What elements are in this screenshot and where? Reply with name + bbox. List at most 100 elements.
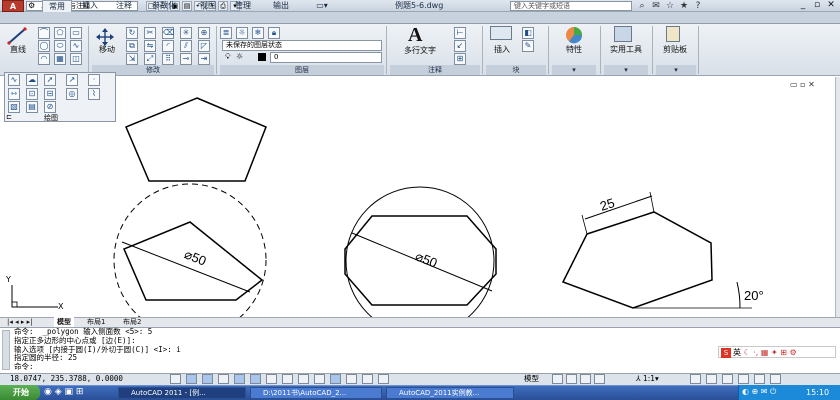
- application-menu-button[interactable]: A: [2, 0, 24, 12]
- tab-model[interactable]: 模型: [54, 317, 74, 327]
- hatch-icon[interactable]: ▦: [54, 53, 66, 65]
- workspace-switching-icon[interactable]: [690, 374, 701, 384]
- ray-icon[interactable]: ↗: [66, 74, 78, 86]
- revision-cloud-icon[interactable]: ☁: [26, 74, 38, 86]
- tab-view[interactable]: 视图: [194, 0, 222, 12]
- insert-block-icon[interactable]: [490, 26, 512, 40]
- leader-icon[interactable]: ↙: [454, 40, 466, 52]
- start-button[interactable]: 开始: [0, 385, 40, 400]
- layer-lock-icon[interactable]: 🔒︎: [268, 27, 280, 39]
- zoom-icon[interactable]: [594, 374, 605, 384]
- polar-tracking-toggle[interactable]: [234, 374, 245, 384]
- spline-fit-icon[interactable]: ∿: [8, 74, 20, 86]
- transparency-toggle[interactable]: [346, 374, 357, 384]
- clipboard-panel-expander[interactable]: ▾: [656, 65, 696, 75]
- offset-icon[interactable]: ⫽: [180, 40, 192, 52]
- favorites-icon[interactable]: ★: [678, 0, 690, 12]
- erase-icon[interactable]: ⌫: [162, 27, 174, 39]
- helix-icon[interactable]: ⌇: [88, 88, 100, 100]
- quick-properties-toggle[interactable]: [362, 374, 373, 384]
- status-bar-menu-icon[interactable]: [754, 374, 765, 384]
- gradient-icon[interactable]: ▧: [8, 101, 20, 113]
- layer-on-icon[interactable]: ☼: [236, 27, 248, 39]
- lineweight-toggle[interactable]: [330, 374, 341, 384]
- search-input[interactable]: 键入关键字或短语: [510, 1, 632, 11]
- properties-panel-expander[interactable]: ▾: [552, 65, 596, 75]
- clipboard-button-label[interactable]: 剪贴板: [656, 44, 694, 55]
- clipboard-icon[interactable]: [666, 26, 680, 42]
- minimize-button[interactable]: _: [796, 0, 810, 11]
- rectangle-icon[interactable]: ▭: [70, 27, 82, 39]
- tab-manage[interactable]: 管理: [228, 0, 258, 12]
- region-icon[interactable]: ◫: [70, 53, 82, 65]
- punctuation-icon[interactable]: ☾ ·, ▦ ✦ ⊞ ⚙: [744, 348, 797, 357]
- tab-layout2[interactable]: 布局2: [120, 317, 144, 327]
- ribbon-minimize-icon[interactable]: ▭▾: [314, 0, 330, 12]
- selection-cycling-toggle[interactable]: [378, 374, 389, 384]
- tab-annotate[interactable]: 注释: [110, 0, 138, 12]
- properties-icon[interactable]: [563, 26, 585, 44]
- quick-view-layouts-icon[interactable]: [552, 374, 563, 384]
- fillet-icon[interactable]: ◜: [162, 40, 174, 52]
- circle-icon[interactable]: ◯: [38, 40, 50, 52]
- point-icon[interactable]: ·: [88, 74, 100, 86]
- 3d-object-snap-toggle[interactable]: [266, 374, 277, 384]
- linear-dimension-icon[interactable]: ⊢: [454, 27, 466, 39]
- dynamic-ucs-toggle[interactable]: [298, 374, 309, 384]
- trim-icon[interactable]: ✂: [144, 27, 156, 39]
- tray-icons[interactable]: ◐ ⊕ ✉ ⏻: [742, 387, 776, 397]
- wipeout-icon[interactable]: ⊟: [44, 88, 56, 100]
- table-draw-icon[interactable]: ▤: [26, 101, 38, 113]
- current-layer-select[interactable]: 0: [270, 52, 382, 63]
- join-icon[interactable]: ⊕: [198, 27, 210, 39]
- layer-state-select[interactable]: 未保存的图层状态: [222, 40, 382, 51]
- move-button-label[interactable]: 移动: [92, 44, 122, 55]
- copy-icon[interactable]: ⧉: [126, 40, 138, 52]
- model-space-label[interactable]: 模型: [524, 373, 539, 385]
- tab-parametric[interactable]: 参数化: [144, 0, 184, 12]
- rotate-icon[interactable]: ↻: [126, 27, 138, 39]
- object-snap-toggle[interactable]: [250, 374, 261, 384]
- block-panel-title[interactable]: 块: [486, 65, 546, 75]
- annotation-scale[interactable]: ⅄ 1:1▾: [636, 373, 659, 385]
- donut-icon[interactable]: ◎: [66, 88, 78, 100]
- utilities-icon[interactable]: [614, 26, 632, 42]
- layer-properties-icon[interactable]: ≣: [220, 27, 232, 39]
- ime-toolbar[interactable]: S英 ☾ ·, ▦ ✦ ⊞ ⚙: [718, 346, 836, 358]
- utilities-button-label[interactable]: 实用工具: [604, 44, 648, 55]
- array-icon[interactable]: ⠿: [162, 53, 174, 65]
- mirror-icon[interactable]: ⇋: [144, 40, 156, 52]
- infer-constraints-toggle[interactable]: [170, 374, 181, 384]
- scale-icon[interactable]: ⤢: [144, 53, 156, 65]
- line-button-label[interactable]: 直线: [4, 44, 32, 55]
- communication-center-icon[interactable]: ☆: [664, 0, 676, 12]
- pin-icon[interactable]: ⊏: [6, 113, 12, 121]
- ime-language[interactable]: 英: [733, 348, 741, 357]
- annotation-panel-title[interactable]: 注释: [390, 65, 480, 75]
- mtext-button-label[interactable]: 多行文字: [398, 45, 442, 56]
- table-icon[interactable]: ⊞: [454, 53, 466, 65]
- stretch-icon[interactable]: ⇲: [126, 53, 138, 65]
- polygon-icon[interactable]: ⬠: [54, 27, 66, 39]
- taskbar-autocad-window[interactable]: AutoCAD 2011 - [例...: [118, 387, 246, 399]
- edit-block-icon[interactable]: ✎: [522, 40, 534, 52]
- ortho-mode-toggle[interactable]: [218, 374, 229, 384]
- properties-button-label[interactable]: 特性: [556, 44, 592, 55]
- subscription-icon[interactable]: ✉: [650, 0, 662, 12]
- hardware-acceleration-icon[interactable]: [722, 374, 733, 384]
- snap-mode-toggle[interactable]: [186, 374, 197, 384]
- grid-display-toggle[interactable]: [202, 374, 213, 384]
- extend-icon[interactable]: ⇥: [198, 53, 210, 65]
- quick-launch-icons[interactable]: ◉ ◈ ▣ ⊞: [44, 387, 83, 397]
- insert-button-label[interactable]: 插入: [488, 44, 516, 55]
- help-icon[interactable]: ?: [692, 0, 704, 12]
- taskbar-explorer-window[interactable]: D:\2011书\AutoCAD_2...: [250, 387, 382, 399]
- dynamic-input-toggle[interactable]: [314, 374, 325, 384]
- arc-icon[interactable]: ◠: [38, 53, 50, 65]
- lock-ui-icon[interactable]: [706, 374, 717, 384]
- command-window-grip[interactable]: [2, 330, 10, 370]
- command-prompt-input[interactable]: 命令:: [14, 362, 34, 372]
- break-icon[interactable]: ⊸: [180, 53, 192, 65]
- tab-home[interactable]: 常用: [42, 0, 72, 12]
- clean-screen-icon[interactable]: [770, 374, 781, 384]
